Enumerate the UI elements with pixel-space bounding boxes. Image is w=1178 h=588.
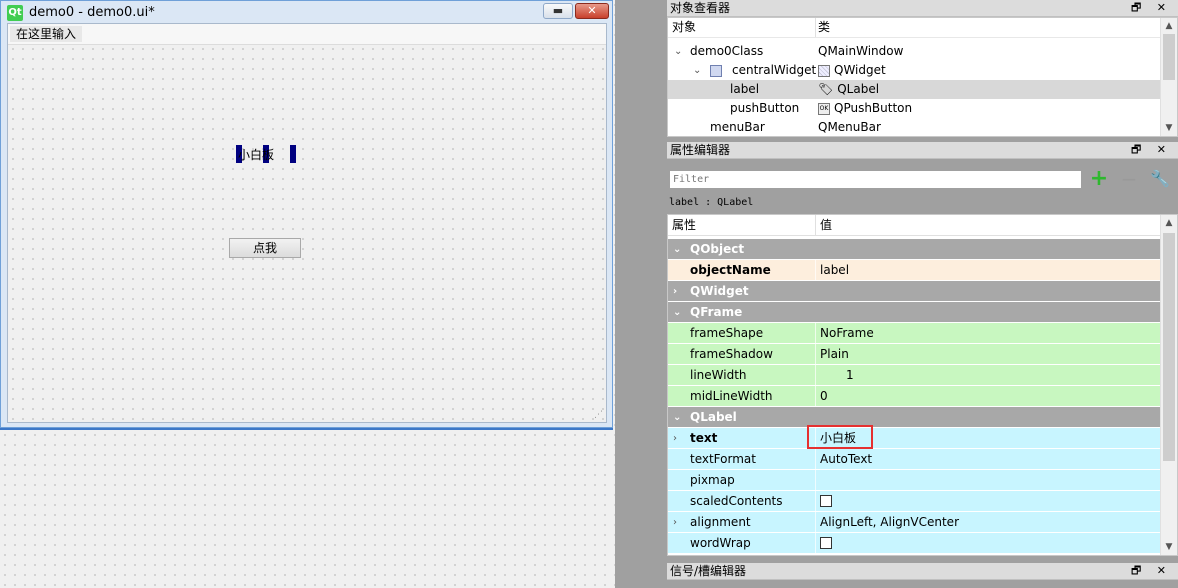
property-context-label: label : QLabel [669, 197, 754, 208]
tree-row[interactable]: ⌄ centralWidget QWidget [668, 61, 1161, 80]
tree-row[interactable]: ⌄ demo0Class QMainWindow [668, 42, 1161, 61]
object-inspector-tree[interactable]: 对象 类 ⌄ demo0Class QMainWindow ⌄ centralW… [667, 17, 1178, 137]
menu-type-here[interactable]: 在这里输入 [10, 26, 83, 42]
label-widget[interactable]: 小白板 [236, 145, 296, 163]
selection-handle-right[interactable] [290, 145, 296, 163]
group-qobject[interactable]: ⌄ QObject [668, 239, 1161, 260]
prop-row-alignment[interactable]: › alignment AlignLeft, AlignVCenter [668, 512, 1161, 533]
close-icon: ✕ [587, 4, 597, 17]
chevron-down-icon[interactable]: ⌄ [673, 302, 681, 323]
dock-controls-icon[interactable]: 🗗 ✕ [1131, 563, 1172, 579]
prop-row-frameShadow[interactable]: frameShadow Plain [668, 344, 1161, 365]
layout-broken-icon [710, 61, 726, 80]
dock-controls-icon[interactable]: 🗗 ✕ [1131, 0, 1172, 16]
property-editor-title-text: 属性编辑器 [670, 143, 731, 157]
qt-logo-icon: Qt [7, 5, 23, 21]
prop-row-scaledContents[interactable]: scaledContents [668, 491, 1161, 512]
tree-class-name: QMenuBar [818, 120, 881, 134]
form-title: demo0 - demo0.ui* [29, 5, 155, 20]
prop-row-textFormat[interactable]: textFormat AutoText [668, 449, 1161, 470]
dock-controls-icon[interactable]: 🗗 ✕ [1131, 142, 1172, 158]
signal-slot-editor-title[interactable]: 信号/槽编辑器 🗗 ✕ [667, 563, 1178, 580]
scroll-up-icon[interactable]: ▲ [1161, 215, 1177, 231]
object-inspector-title-text: 对象查看器 [670, 1, 731, 15]
scroll-thumb[interactable] [1163, 34, 1175, 80]
design-canvas[interactable]: Qt demo0 - demo0.ui* ▬ ✕ 在这里输入 小白板 点我 ⋰ [0, 0, 615, 588]
resize-grip-icon[interactable]: ⋰ [594, 410, 604, 420]
tree-class-name: QWidget [818, 61, 886, 80]
highlight-annotation [807, 425, 873, 449]
prop-row-objectName[interactable]: objectName label [668, 260, 1161, 281]
property-editor-scrollbar[interactable]: ▲ ▼ [1160, 215, 1177, 555]
scroll-down-icon[interactable]: ▼ [1161, 539, 1177, 555]
property-filter-input[interactable]: Filter [669, 170, 1082, 189]
col-value-header: 值 [820, 218, 833, 232]
prop-row-frameShape[interactable]: frameShape NoFrame [668, 323, 1161, 344]
col-object-header: 对象 [672, 20, 697, 34]
tree-row[interactable]: pushButton OK QPushButton [668, 99, 1161, 118]
signal-slot-editor-title-text: 信号/槽编辑器 [670, 564, 747, 578]
form-titlebar[interactable]: Qt demo0 - demo0.ui* ▬ ✕ [1, 1, 612, 23]
chevron-right-icon[interactable]: › [673, 281, 677, 302]
form-border [0, 428, 613, 430]
tree-object-name: centralWidget [732, 63, 817, 77]
tree-object-name: demo0Class [690, 44, 764, 58]
prop-row-text[interactable]: › text 小白板 [668, 428, 1161, 449]
chevron-down-icon[interactable]: ⌄ [673, 407, 681, 428]
tree-header: 对象 类 [668, 18, 1161, 38]
chevron-down-icon[interactable]: ⌄ [693, 61, 701, 80]
prop-row-lineWidth[interactable]: lineWidth 1 [668, 365, 1161, 386]
group-qwidget[interactable]: › QWidget [668, 281, 1161, 302]
prop-row-pixmap[interactable]: pixmap [668, 470, 1161, 491]
label-text: 小白板 [238, 148, 275, 162]
scroll-down-icon[interactable]: ▼ [1161, 120, 1177, 136]
prop-row-wordWrap[interactable]: wordWrap [668, 533, 1161, 554]
tag-icon: 🏷 [818, 82, 834, 96]
wrench-icon[interactable]: 🔧 [1148, 168, 1172, 190]
remove-property-icon[interactable]: − [1118, 168, 1140, 190]
add-property-icon[interactable]: + [1088, 168, 1110, 190]
tree-object-name: pushButton [730, 101, 800, 115]
scroll-thumb[interactable] [1163, 233, 1175, 461]
tree-row-selected[interactable]: label 🏷 QLabel [668, 80, 1161, 99]
property-editor-title[interactable]: 属性编辑器 🗗 ✕ [667, 142, 1178, 159]
chevron-right-icon[interactable]: › [673, 428, 677, 449]
col-property-header: 属性 [672, 218, 697, 232]
tree-class-name: 🏷 QLabel [818, 82, 880, 96]
object-inspector-scrollbar[interactable]: ▲ ▼ [1160, 18, 1177, 136]
splitter[interactable] [615, 0, 665, 588]
tree-row[interactable]: menuBar QMenuBar [668, 118, 1161, 136]
pushbutton-icon: OK [818, 102, 830, 115]
property-table[interactable]: 属性 值 ⌄ QObject objectName label › QWidge… [667, 214, 1178, 556]
tree-class-name: QMainWindow [818, 44, 904, 58]
form-central-area[interactable]: 在这里输入 小白板 点我 ⋰ [7, 23, 607, 423]
scroll-up-icon[interactable]: ▲ [1161, 18, 1177, 34]
tree-class-name: OK QPushButton [818, 101, 913, 115]
form-window[interactable]: Qt demo0 - demo0.ui* ▬ ✕ 在这里输入 小白板 点我 ⋰ [0, 0, 613, 428]
push-button[interactable]: 点我 [229, 238, 301, 258]
prop-row-midLineWidth[interactable]: midLineWidth 0 [668, 386, 1161, 407]
property-header: 属性 值 [668, 215, 1161, 236]
word-wrap-checkbox[interactable] [820, 537, 832, 549]
chevron-down-icon[interactable]: ⌄ [673, 239, 681, 260]
close-button[interactable]: ✕ [575, 3, 609, 19]
scaled-contents-checkbox[interactable] [820, 495, 832, 507]
group-qframe[interactable]: ⌄ QFrame [668, 302, 1161, 323]
form-menubar[interactable]: 在这里输入 [8, 24, 606, 45]
widget-icon [818, 64, 830, 77]
tree-object-name: menuBar [710, 120, 765, 134]
chevron-right-icon[interactable]: › [673, 512, 677, 533]
group-qlabel[interactable]: ⌄ QLabel [668, 407, 1161, 428]
tree-object-name: label [730, 82, 760, 96]
object-inspector-title[interactable]: 对象查看器 🗗 ✕ [667, 0, 1178, 17]
minimize-icon: ▬ [552, 4, 564, 17]
col-class-header: 类 [818, 20, 831, 34]
chevron-down-icon[interactable]: ⌄ [674, 42, 682, 61]
minimize-button[interactable]: ▬ [543, 3, 573, 19]
